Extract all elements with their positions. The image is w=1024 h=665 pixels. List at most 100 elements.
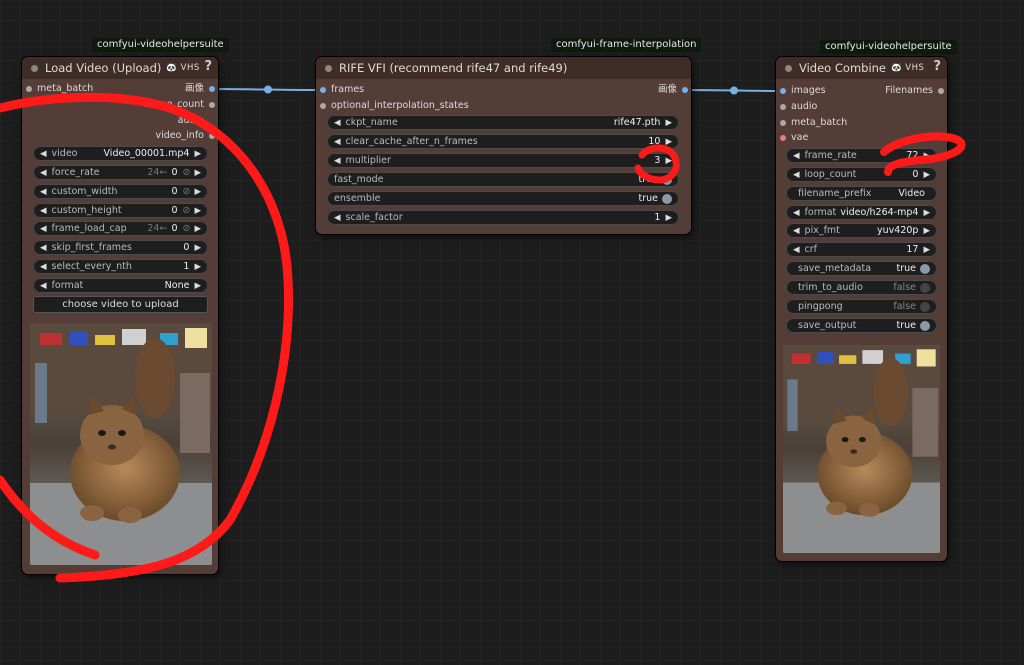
- widget-trim-to-audio[interactable]: trim_to_audio false: [786, 280, 937, 295]
- widget-filename-prefix[interactable]: filename_prefix Video: [786, 186, 937, 201]
- widget-crf[interactable]: ◀ crf 17 ▶: [786, 242, 937, 257]
- widget-format[interactable]: ◀ format None ▶: [33, 278, 208, 293]
- output-slot-image[interactable]: 画像: [658, 83, 688, 97]
- widget-custom-height[interactable]: ◀ custom_height 0 ⊘ ▶: [33, 203, 208, 218]
- increment-arrow-icon[interactable]: ▶: [194, 243, 201, 253]
- slot-dot-icon[interactable]: [209, 101, 215, 108]
- widget-video[interactable]: ◀ video Video_00001.mp4 ▶: [33, 146, 208, 161]
- increment-arrow-icon[interactable]: ▶: [923, 151, 930, 161]
- load-video-node[interactable]: Load Video (Upload) 🐼 VHS ? meta_batch 画…: [22, 57, 218, 574]
- increment-arrow-icon[interactable]: ▶: [923, 170, 930, 180]
- decrement-arrow-icon[interactable]: ◀: [334, 118, 341, 128]
- widget-clear-cache-after-n-frames[interactable]: ◀ clear_cache_after_n_frames 10 ▶: [327, 134, 679, 149]
- input-slot-meta-batch[interactable]: meta_batch: [26, 82, 93, 96]
- increment-arrow-icon[interactable]: ▶: [194, 281, 201, 291]
- increment-arrow-icon[interactable]: ▶: [194, 187, 201, 197]
- decrement-arrow-icon[interactable]: ◀: [793, 170, 800, 180]
- disable-icon[interactable]: ⊘: [182, 186, 190, 197]
- choose-video-button[interactable]: choose video to upload: [33, 296, 208, 313]
- increment-arrow-icon[interactable]: ▶: [665, 156, 672, 166]
- widget-force-rate[interactable]: ◀ force_rate 24← 0 ⊘ ▶: [33, 165, 208, 180]
- increment-arrow-icon[interactable]: ▶: [665, 213, 672, 223]
- toggle-knob-icon[interactable]: [662, 193, 672, 204]
- decrement-arrow-icon[interactable]: ◀: [40, 262, 47, 272]
- widget-frame-load-cap[interactable]: ◀ frame_load_cap 24← 0 ⊘ ▶: [33, 221, 208, 236]
- slot-dot-icon[interactable]: [780, 103, 786, 110]
- output-slot-frame-count[interactable]: frame_count: [144, 98, 215, 112]
- slot-dot-icon[interactable]: [682, 86, 688, 93]
- widget-frame-rate[interactable]: ◀ frame_rate 72 ▶: [786, 148, 937, 163]
- collapse-dot-icon[interactable]: [325, 64, 332, 72]
- slot-dot-icon[interactable]: [320, 102, 326, 109]
- increment-arrow-icon[interactable]: ▶: [923, 208, 930, 218]
- node-header[interactable]: Load Video (Upload) 🐼 VHS ?: [22, 57, 218, 79]
- decrement-arrow-icon[interactable]: ◀: [793, 226, 800, 236]
- slot-dot-icon[interactable]: [209, 132, 215, 139]
- toggle-knob-icon[interactable]: [920, 263, 930, 274]
- slot-dot-icon[interactable]: [780, 119, 786, 126]
- slot-dot-icon[interactable]: [938, 87, 944, 94]
- decrement-arrow-icon[interactable]: ◀: [40, 243, 47, 253]
- node-header[interactable]: Video Combine 🐼 VHS ?: [776, 57, 947, 79]
- slot-dot-icon[interactable]: [26, 85, 32, 92]
- disable-icon[interactable]: ⊘: [182, 223, 190, 234]
- rife-vfi-node[interactable]: RIFE VFI (recommend rife47 and rife49) f…: [316, 57, 691, 234]
- decrement-arrow-icon[interactable]: ◀: [40, 187, 47, 197]
- increment-arrow-icon[interactable]: ▶: [194, 206, 201, 216]
- output-slot-image[interactable]: 画像: [185, 82, 215, 96]
- input-slot-optional-interpolation-states[interactable]: optional_interpolation_states: [320, 99, 469, 113]
- collapse-dot-icon[interactable]: [31, 64, 38, 72]
- increment-arrow-icon[interactable]: ▶: [194, 262, 201, 272]
- widget-pix-fmt[interactable]: ◀ pix_fmt yuv420p ▶: [786, 223, 937, 238]
- widget-format[interactable]: ◀ format video/h264-mp4 ▶: [786, 205, 937, 220]
- toggle-knob-icon[interactable]: [920, 320, 930, 331]
- decrement-arrow-icon[interactable]: ◀: [793, 208, 800, 218]
- toggle-knob-icon[interactable]: [920, 301, 930, 312]
- widget-scale-factor[interactable]: ◀ scale_factor 1 ▶: [327, 210, 679, 225]
- output-slot-video-info[interactable]: video_info: [155, 129, 215, 143]
- video-combine-node[interactable]: Video Combine 🐼 VHS ? images Filenames a…: [776, 57, 947, 561]
- decrement-arrow-icon[interactable]: ◀: [793, 151, 800, 161]
- decrement-arrow-icon[interactable]: ◀: [793, 245, 800, 255]
- node-header[interactable]: RIFE VFI (recommend rife47 and rife49): [316, 57, 691, 79]
- help-icon[interactable]: ?: [933, 59, 941, 74]
- slot-dot-icon[interactable]: [320, 86, 326, 93]
- widget-pingpong[interactable]: pingpong false: [786, 299, 937, 314]
- decrement-arrow-icon[interactable]: ◀: [334, 156, 341, 166]
- slot-dot-icon[interactable]: [780, 87, 786, 94]
- input-slot-meta-batch[interactable]: meta_batch: [780, 116, 847, 130]
- widget-ckpt-name[interactable]: ◀ ckpt_name rife47.pth ▶: [327, 115, 679, 130]
- disable-icon[interactable]: ⊘: [182, 167, 190, 178]
- widget-skip-first-frames[interactable]: ◀ skip_first_frames 0 ▶: [33, 240, 208, 255]
- slot-dot-icon[interactable]: [780, 134, 786, 141]
- input-slot-frames[interactable]: frames: [320, 83, 364, 97]
- increment-arrow-icon[interactable]: ▶: [194, 168, 201, 178]
- decrement-arrow-icon[interactable]: ◀: [40, 168, 47, 178]
- increment-arrow-icon[interactable]: ▶: [665, 137, 672, 147]
- toggle-knob-icon[interactable]: [662, 174, 672, 185]
- output-slot-audio[interactable]: audio: [178, 114, 204, 128]
- increment-arrow-icon[interactable]: ▶: [923, 245, 930, 255]
- decrement-arrow-icon[interactable]: ◀: [40, 206, 47, 216]
- decrement-arrow-icon[interactable]: ◀: [40, 281, 47, 291]
- output-slot-filenames[interactable]: Filenames: [885, 84, 944, 98]
- toggle-knob-icon[interactable]: [920, 282, 930, 293]
- increment-arrow-icon[interactable]: ▶: [665, 118, 672, 128]
- decrement-arrow-icon[interactable]: ◀: [334, 213, 341, 223]
- decrement-arrow-icon[interactable]: ◀: [40, 149, 47, 159]
- widget-save-output[interactable]: save_output true: [786, 318, 937, 333]
- widget-multiplier[interactable]: ◀ multiplier 3 ▶: [327, 153, 679, 168]
- increment-arrow-icon[interactable]: ▶: [194, 149, 201, 159]
- increment-arrow-icon[interactable]: ▶: [194, 224, 201, 234]
- input-slot-images[interactable]: images: [780, 84, 826, 98]
- help-icon[interactable]: ?: [204, 59, 212, 74]
- widget-ensemble[interactable]: ensemble true: [327, 191, 679, 206]
- disable-icon[interactable]: ⊘: [182, 205, 190, 216]
- input-slot-audio[interactable]: audio: [780, 100, 817, 114]
- increment-arrow-icon[interactable]: ▶: [923, 226, 930, 236]
- decrement-arrow-icon[interactable]: ◀: [40, 224, 47, 234]
- slot-dot-icon[interactable]: [209, 85, 215, 92]
- input-slot-vae[interactable]: vae: [780, 131, 808, 145]
- widget-save-metadata[interactable]: save_metadata true: [786, 261, 937, 276]
- decrement-arrow-icon[interactable]: ◀: [334, 137, 341, 147]
